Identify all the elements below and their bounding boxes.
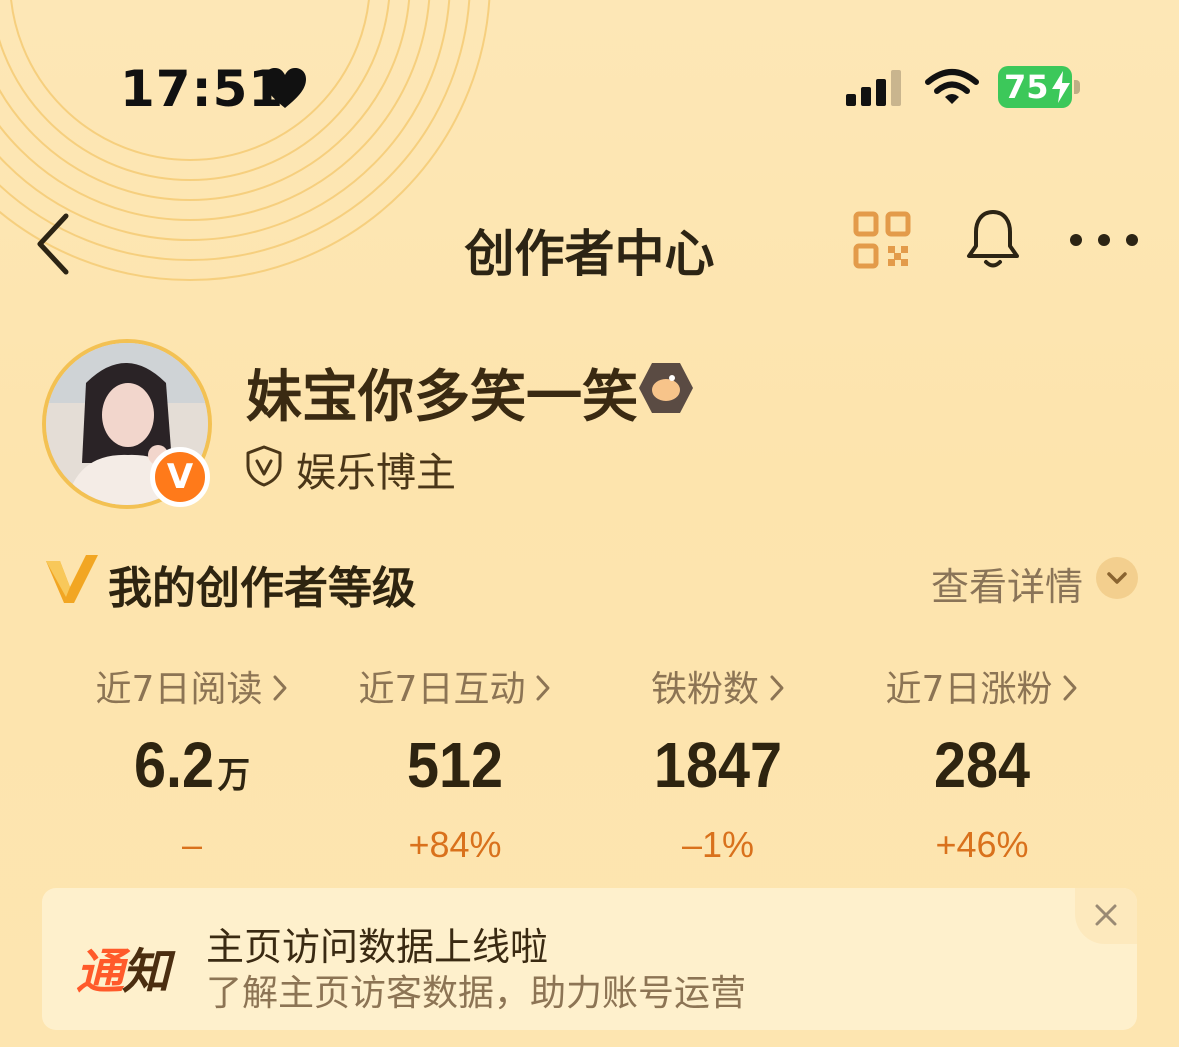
shield-v-icon bbox=[246, 445, 282, 487]
qr-code-icon[interactable] bbox=[853, 211, 911, 269]
creator-medal-icon[interactable] bbox=[636, 360, 696, 416]
close-button[interactable] bbox=[1075, 888, 1137, 944]
stat-value: 284 bbox=[933, 729, 1031, 801]
notice-subtitle: 了解主页访客数据，助力账号运营 bbox=[206, 973, 747, 1014]
status-time: 17:51 bbox=[120, 60, 285, 118]
signal-icon bbox=[846, 70, 901, 106]
close-icon bbox=[1095, 904, 1117, 926]
stat-new-fans[interactable]: 近7日涨粉 284 +46% bbox=[852, 660, 1112, 866]
chevron-right-icon bbox=[1063, 675, 1077, 701]
chevron-right-icon bbox=[536, 675, 550, 701]
status-bar: 17:51 75 bbox=[0, 0, 1179, 150]
stat-value: 512 bbox=[406, 729, 504, 801]
heart-icon bbox=[264, 68, 306, 108]
stat-interactions[interactable]: 近7日互动 512 +84% bbox=[325, 660, 585, 866]
stat-change: +46% bbox=[935, 824, 1029, 865]
notice-banner[interactable]: 通知 主页访问数据上线啦 了解主页访客数据，助力账号运营 bbox=[42, 888, 1137, 1030]
chevron-right-icon bbox=[273, 675, 287, 701]
stat-label: 近7日阅读 bbox=[95, 669, 263, 710]
bell-icon[interactable] bbox=[964, 208, 1022, 270]
chevron-right-icon bbox=[770, 675, 784, 701]
stat-label: 近7日涨粉 bbox=[885, 669, 1053, 710]
battery-cap bbox=[1074, 80, 1080, 94]
level-v-logo-icon bbox=[46, 555, 98, 603]
battery-level: 75 bbox=[1004, 68, 1049, 106]
stat-change: –1% bbox=[681, 824, 755, 865]
stat-value: 1847 bbox=[653, 729, 783, 801]
avatar[interactable]: V bbox=[42, 339, 212, 509]
stat-label: 铁粉数 bbox=[650, 669, 759, 710]
view-details-link[interactable]: 查看详情 bbox=[931, 556, 1083, 611]
stat-change: +84% bbox=[408, 824, 502, 865]
notice-tag-part2: 知 bbox=[122, 944, 170, 1000]
expand-chevron-icon[interactable] bbox=[1096, 557, 1138, 599]
notice-tag-part1: 通 bbox=[76, 944, 124, 1000]
creator-role: 娱乐博主 bbox=[296, 450, 456, 496]
stat-loyal-fans[interactable]: 铁粉数 1847 –1% bbox=[588, 660, 848, 866]
more-icon[interactable] bbox=[1066, 230, 1142, 250]
username[interactable]: 妹宝你多笑一笑 bbox=[246, 352, 638, 433]
creator-level-title: 我的创作者等级 bbox=[108, 563, 416, 614]
notice-tag: 通知 bbox=[76, 932, 170, 1002]
wifi-icon bbox=[925, 69, 979, 104]
notice-title: 主页访问数据上线啦 bbox=[206, 925, 549, 969]
stat-value: 6.2 bbox=[133, 729, 215, 801]
stat-label: 近7日互动 bbox=[358, 669, 526, 710]
verified-badge: V bbox=[150, 447, 210, 507]
stat-unit: 万 bbox=[217, 754, 251, 795]
stat-reads[interactable]: 近7日阅读 6.2 万 – bbox=[62, 660, 322, 866]
charging-icon bbox=[1052, 71, 1070, 103]
stat-change: – bbox=[181, 824, 203, 865]
